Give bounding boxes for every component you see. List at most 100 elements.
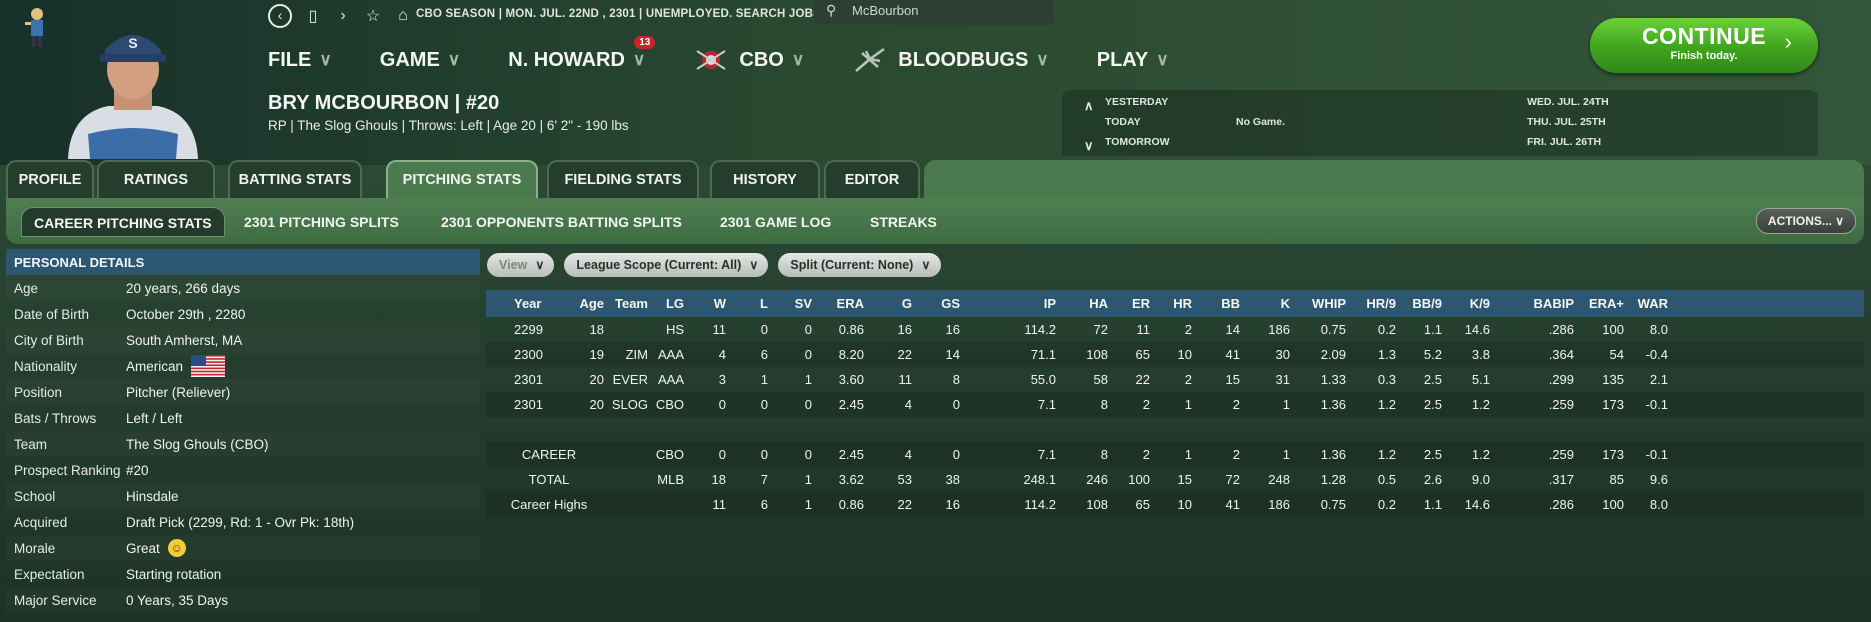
menu-file[interactable]: FILE ∨: [268, 49, 332, 72]
column-header[interactable]: LG: [652, 296, 684, 311]
table-cell: 0.3: [1377, 372, 1396, 387]
column-header[interactable]: G: [870, 296, 912, 311]
column-header[interactable]: BB: [1200, 296, 1240, 311]
detail-value: #20: [126, 463, 149, 478]
tab-pitching-stats[interactable]: PITCHING STATS: [386, 160, 538, 200]
league-logo-icon: [696, 50, 726, 70]
table-cell: 1: [1184, 397, 1192, 412]
detail-value-text: Hinsdale: [126, 488, 179, 504]
table-cell: .259: [1548, 397, 1574, 412]
column-header[interactable]: Age: [574, 296, 604, 311]
season-info[interactable]: CBO SEASON | MON. JUL. 22ND , 2301 | UNE…: [416, 8, 831, 20]
table-cell: 8: [952, 372, 960, 387]
table-cell: 173: [1602, 447, 1624, 462]
menu-league[interactable]: CBO ∨: [693, 45, 804, 75]
column-header[interactable]: BABIP: [1520, 296, 1574, 311]
continue-button[interactable]: CONTINUE Finish today. ›: [1590, 18, 1818, 73]
column-header[interactable]: HR/9: [1348, 296, 1396, 311]
table-row[interactable]: TOTAL MLB 18 7 1 3.62 53 38 248.1 246 100 15 72 248 1.…: [486, 467, 1864, 492]
tab-fielding-stats[interactable]: FIELDING STATS: [547, 160, 699, 200]
schedule-date: THU. JUL. 25TH: [1527, 116, 1606, 128]
subtab-opponents-batting-splits[interactable]: 2301 OPPONENTS BATTING SPLITS: [441, 207, 682, 237]
menu-team[interactable]: BLOODBUGS ∨: [852, 45, 1049, 75]
column-header[interactable]: Team: [606, 296, 648, 311]
search-input[interactable]: McBourbon: [852, 3, 918, 18]
column-header[interactable]: ERA+: [1576, 296, 1624, 311]
page-icon[interactable]: ▯: [304, 6, 322, 26]
table-cell: 3.60: [838, 372, 864, 387]
menu-play-label: PLAY: [1096, 48, 1149, 71]
column-header[interactable]: ERA: [814, 296, 864, 311]
table-cell: 58: [1093, 372, 1108, 387]
column-header[interactable]: WHIP: [1294, 296, 1346, 311]
detail-value-text: Pitcher (Reliever): [126, 384, 231, 400]
table-cell: 1: [804, 372, 812, 387]
table-row[interactable]: 2301 20 EVER AAA 3 1 1 3.60 11 8 55.0 58 22 2 15 31 1.33…: [486, 367, 1864, 392]
chevron-down-icon: ∨: [632, 50, 646, 69]
table-cell: 65: [1135, 347, 1150, 362]
detail-value-text: October 29th , 2280: [126, 306, 246, 322]
table-cell: 14: [1225, 322, 1240, 337]
column-header[interactable]: Year: [514, 296, 550, 311]
tab-editor[interactable]: EDITOR: [824, 160, 920, 200]
column-header[interactable]: HR: [1152, 296, 1192, 311]
back-icon[interactable]: ‹: [268, 4, 292, 28]
home-icon[interactable]: ⌂: [394, 7, 412, 25]
column-header[interactable]: W: [686, 296, 726, 311]
tab-ratings[interactable]: RATINGS: [97, 160, 215, 200]
column-header[interactable]: SV: [770, 296, 812, 311]
detail-row: Major Service 0 Years, 35 Days: [6, 587, 480, 613]
subtab-career-pitching-stats[interactable]: CAREER PITCHING STATS: [21, 207, 225, 237]
tab-history[interactable]: HISTORY: [710, 160, 820, 200]
view-dropdown[interactable]: View ∨: [487, 253, 555, 277]
menu-game[interactable]: GAME ∨: [380, 49, 460, 72]
forward-icon[interactable]: ›: [334, 7, 352, 25]
column-header[interactable]: L: [728, 296, 768, 311]
table-cell: 0: [804, 397, 812, 412]
detail-key: City of Birth: [14, 332, 84, 348]
table-row[interactable]: CAREER CBO 0 0 0 2.45 4 0 7.1 8 2 1 2 1 1.36 1.2 2.5 1.2.…: [486, 442, 1864, 467]
detail-key: Major Service: [14, 592, 97, 608]
menu-play[interactable]: PLAY ∨: [1097, 49, 1169, 72]
star-icon[interactable]: ☆: [364, 6, 382, 26]
subtab-game-log[interactable]: 2301 GAME LOG: [720, 207, 831, 237]
actions-button[interactable]: ACTIONS... ∨: [1756, 208, 1856, 234]
column-header[interactable]: K/9: [1444, 296, 1490, 311]
main-tabs: PROFILE RATINGS BATTING STATS PITCHING S…: [6, 160, 1864, 200]
table-row[interactable]: 2301 20 SLOG CBO 0 0 0 2.45 4 0 7.1 8 2 1 2 1 1.36 1.2 2.5…: [486, 392, 1864, 417]
column-header[interactable]: ER: [1110, 296, 1150, 311]
table-cell: 1.2: [1471, 397, 1490, 412]
chevron-down-icon[interactable]: ∨: [1084, 138, 1094, 154]
table-cell: 0: [760, 447, 768, 462]
detail-row: Position Pitcher (Reliever): [6, 379, 480, 405]
tab-profile[interactable]: PROFILE: [6, 160, 94, 200]
column-header[interactable]: K: [1246, 296, 1290, 311]
table-row[interactable]: [486, 417, 1864, 442]
menu-manager[interactable]: N. HOWARD 13 ∨: [508, 35, 656, 72]
table-row[interactable]: 2300 19 ZIM AAA 4 6 0 8.20 22 14 71.1 108 65 10 41 30 2.…: [486, 342, 1864, 367]
table-cell: .317: [1548, 472, 1574, 487]
league-scope-dropdown[interactable]: League Scope (Current: All) ∨: [564, 253, 769, 277]
table-row[interactable]: Career Highs 11 6 1 0.86 22 16 114.2 108 65 10 41 18…: [486, 492, 1864, 517]
menu-team-label: BLOODBUGS: [898, 48, 1029, 71]
table-cell: 0: [952, 397, 960, 412]
subtab-streaks[interactable]: STREAKS: [870, 207, 937, 237]
column-header[interactable]: GS: [916, 296, 960, 311]
detail-value[interactable]: The Slog Ghouls (CBO): [126, 437, 269, 452]
column-header[interactable]: BB/9: [1396, 296, 1442, 311]
column-header[interactable]: WAR: [1620, 296, 1668, 311]
table-row[interactable]: 2299 18 HS 11 0 0 0.86 16 16 114.2 72 11 2 14 186 0.75 0…: [486, 317, 1864, 342]
column-header[interactable]: HA: [1064, 296, 1108, 311]
tab-batting-stats[interactable]: BATTING STATS: [228, 160, 362, 200]
table-cell: -0.1: [1645, 447, 1668, 462]
table-cell: 6: [760, 497, 768, 512]
subtab-pitching-splits[interactable]: 2301 PITCHING SPLITS: [244, 207, 399, 237]
table-cell: 135: [1602, 372, 1624, 387]
tab-bar-fill: [924, 160, 1864, 200]
split-dropdown[interactable]: Split (Current: None) ∨: [778, 253, 941, 277]
table-cell: 9.0: [1471, 472, 1490, 487]
table-cell: 2: [1184, 322, 1192, 337]
chevron-up-icon[interactable]: ∧: [1084, 98, 1094, 114]
column-header[interactable]: IP: [996, 296, 1056, 311]
search-box[interactable]: ⚲ McBourbon: [814, 0, 1054, 25]
